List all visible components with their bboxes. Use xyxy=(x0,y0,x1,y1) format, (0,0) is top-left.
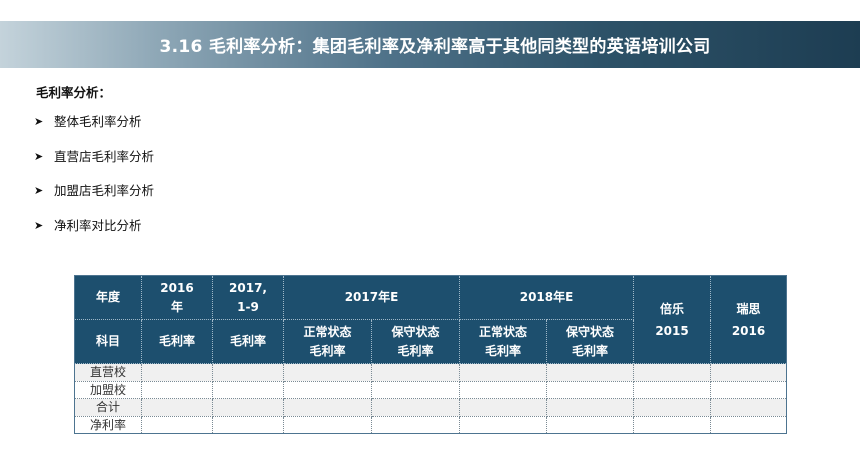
table-cell xyxy=(212,415,284,434)
list-item: ➤ 净利率对比分析 xyxy=(34,217,154,252)
table-cell xyxy=(710,415,788,434)
table-cell xyxy=(546,398,635,417)
header-2017e: 2017年E xyxy=(282,275,461,320)
header-year: 年度 xyxy=(74,275,142,320)
list-item: ➤ 直营店毛利率分析 xyxy=(34,148,154,183)
table-cell xyxy=(546,363,635,382)
table-cell xyxy=(141,398,213,417)
arrow-bullet-icon: ➤ xyxy=(34,218,44,232)
arrow-bullet-icon: ➤ xyxy=(34,115,44,128)
row-label: 加盟校 xyxy=(74,380,142,399)
table-cell xyxy=(710,363,788,382)
table-cell xyxy=(141,380,213,399)
table-cell xyxy=(141,415,213,434)
header-conservative-margin-2017: 保守状态 毛利率 xyxy=(370,319,461,364)
header-2018e: 2018年E xyxy=(459,275,635,320)
section-title: 毛利率分析： xyxy=(36,85,112,100)
table-cell xyxy=(283,363,372,382)
table-cell xyxy=(212,380,284,399)
header-beile-2015: 倍乐 2015 xyxy=(633,275,712,364)
table-cell xyxy=(633,415,712,434)
header-ruisi-2016: 瑞思 2016 xyxy=(710,275,788,364)
table-cell xyxy=(459,398,548,417)
table-cell xyxy=(370,363,461,382)
table-row: 直营校 xyxy=(74,363,788,382)
table-cell xyxy=(710,398,788,417)
table-cell xyxy=(710,380,788,399)
header-normal-margin-2018: 正常状态 毛利率 xyxy=(459,319,548,364)
list-item: ➤ 加盟店毛利率分析 xyxy=(34,182,154,217)
table-cell xyxy=(459,415,548,434)
row-label: 合计 xyxy=(74,398,142,417)
table-cell xyxy=(370,398,461,417)
table-row: 加盟校 xyxy=(74,380,788,399)
table-cell xyxy=(633,380,712,399)
header-2016: 2016 年 xyxy=(141,275,213,320)
header-gross-margin: 毛利率 xyxy=(141,319,213,364)
table-cell xyxy=(283,398,372,417)
header-subject: 科目 xyxy=(74,319,142,364)
table-cell xyxy=(633,363,712,382)
table-row: 净利率 xyxy=(74,415,788,434)
bullet-list: ➤ 整体毛利率分析 ➤ 直营店毛利率分析 ➤ 加盟店毛利率分析 ➤ 净利率对比分… xyxy=(34,113,154,251)
table-cell xyxy=(459,363,548,382)
bullet-label: 直营店毛利率分析 xyxy=(54,148,155,164)
table-cell xyxy=(370,415,461,434)
page-title: 3.16 毛利率分析：集团毛利率及净利率高于其他同类型的英语培训公司 xyxy=(159,37,711,57)
table-cell xyxy=(212,398,284,417)
bullet-label: 净利率对比分析 xyxy=(54,217,142,233)
arrow-bullet-icon: ➤ xyxy=(34,184,44,197)
list-item: ➤ 整体毛利率分析 xyxy=(34,113,154,148)
title-banner: 3.16 毛利率分析：集团毛利率及净利率高于其他同类型的英语培训公司 xyxy=(0,21,860,68)
table-cell xyxy=(370,380,461,399)
table-cell xyxy=(546,415,635,434)
row-label: 直营校 xyxy=(74,363,142,382)
table-cell xyxy=(546,380,635,399)
header-normal-margin-2017: 正常状态 毛利率 xyxy=(283,319,372,364)
table-row: 合计 xyxy=(74,398,788,417)
row-label: 净利率 xyxy=(74,415,142,434)
table-cell xyxy=(283,380,372,399)
table-cell xyxy=(633,398,712,417)
table-cell xyxy=(459,380,548,399)
table-cell xyxy=(141,363,213,382)
bullet-label: 整体毛利率分析 xyxy=(54,114,142,129)
header-gross-margin: 毛利率 xyxy=(212,319,284,364)
table-cell xyxy=(283,415,372,434)
table-cell xyxy=(212,363,284,382)
margin-table: 年度 2016 年 2017, 1-9 2017年E 2018年E 倍乐 201… xyxy=(74,275,788,434)
header-2017-1-9: 2017, 1-9 xyxy=(212,275,284,320)
bullet-label: 加盟店毛利率分析 xyxy=(54,183,155,198)
header-conservative-margin-2018: 保守状态 毛利率 xyxy=(546,319,635,364)
arrow-bullet-icon: ➤ xyxy=(34,149,44,163)
